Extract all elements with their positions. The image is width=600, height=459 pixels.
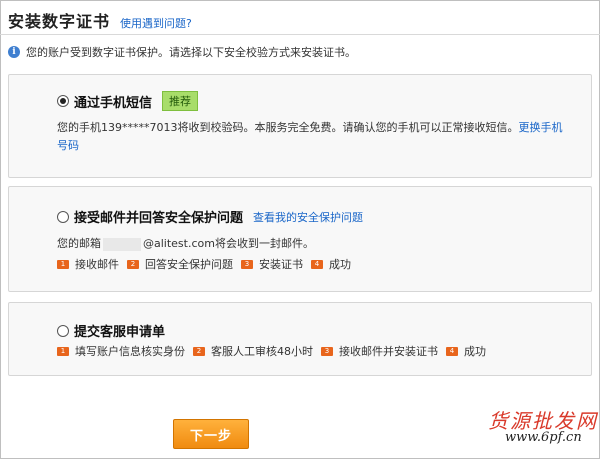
step-label: 接收邮件并安装证书 — [339, 345, 438, 358]
step-number-icon: 3 — [321, 346, 333, 356]
option-sms-row[interactable]: 通过手机短信 推荐 — [57, 91, 199, 111]
step-number-icon: 1 — [57, 259, 69, 269]
email-desc-post: @alitest.com将会收到一封邮件。 — [143, 237, 314, 250]
watermark-url: www.6pf.cn — [505, 430, 582, 445]
step-label: 回答安全保护问题 — [145, 258, 233, 271]
step-item: 2 回答安全保护问题 — [127, 256, 233, 272]
sms-desc-text: 您的手机139*****7013将收到校验码。本服务完全免费。请确认您的手机可以… — [57, 121, 519, 134]
step-number-icon: 2 — [193, 346, 205, 356]
option-email-title[interactable]: 接受邮件并回答安全保护问题 — [74, 207, 243, 226]
info-icon: i — [8, 46, 20, 58]
step-number-icon: 3 — [241, 259, 253, 269]
step-label: 填写账户信息核实身份 — [75, 345, 185, 358]
step-label: 安装证书 — [259, 258, 303, 271]
option-card-support: 提交客服申请单 1 填写账户信息核实身份 2 客服人工审核48小时 3 接收邮件并安装… — [8, 302, 592, 376]
step-number-icon: 4 — [311, 259, 323, 269]
support-steps: 1 填写账户信息核实身份 2 客服人工审核48小时 3 接收邮件并安装证书 4 成功 — [57, 343, 494, 359]
step-label: 成功 — [464, 345, 486, 358]
step-item: 1 填写账户信息核实身份 — [57, 343, 185, 359]
email-mask — [103, 237, 141, 251]
option-card-sms: 通过手机短信 推荐 您的手机139*****7013将收到校验码。本服务完全免费… — [8, 74, 592, 178]
email-steps: 1 接收邮件 2 回答安全保护问题 3 安装证书 4 成功 — [57, 256, 359, 272]
radio-support[interactable] — [57, 324, 69, 337]
next-button[interactable]: 下一步 — [173, 419, 249, 449]
option-email-row[interactable]: 接受邮件并回答安全保护问题 查看我的安全保护问题 — [57, 207, 363, 226]
step-label: 客服人工审核48小时 — [211, 345, 313, 358]
step-item: 3 接收邮件并安装证书 — [321, 343, 438, 359]
step-number-icon: 4 — [446, 346, 458, 356]
recommended-badge: 推荐 — [162, 91, 199, 111]
option-support-title[interactable]: 提交客服申请单 — [74, 321, 165, 340]
step-number-icon: 1 — [57, 346, 69, 356]
step-number-icon: 2 — [127, 259, 139, 269]
change-phone-link-cont[interactable]: 号码 — [57, 139, 79, 152]
radio-email[interactable] — [57, 210, 69, 223]
option-sms-desc: 您的手机139*****7013将收到校验码。本服务完全免费。请确认您的手机可以… — [57, 119, 577, 155]
option-email-desc: 您的邮箱 @alitest.com将会收到一封邮件。 — [57, 235, 314, 253]
step-item: 4 成功 — [311, 256, 351, 272]
help-link[interactable]: 使用遇到问题? — [120, 15, 192, 31]
radio-selected-dot — [60, 98, 66, 104]
option-sms-title[interactable]: 通过手机短信 — [74, 92, 152, 111]
page-title: 安装数字证书 — [8, 12, 111, 31]
header-divider — [0, 34, 600, 35]
radio-sms[interactable] — [57, 95, 69, 107]
step-label: 成功 — [329, 258, 351, 271]
step-item: 4 成功 — [446, 343, 486, 359]
step-item: 1 接收邮件 — [57, 256, 119, 272]
step-label: 接收邮件 — [75, 258, 119, 271]
change-phone-link[interactable]: 更换手机 — [519, 121, 563, 134]
step-item: 3 安装证书 — [241, 256, 303, 272]
step-item: 2 客服人工审核48小时 — [193, 343, 313, 359]
notice: i 您的账户受到数字证书保护。请选择以下安全校验方式来安装证书。 — [8, 44, 356, 60]
option-support-row[interactable]: 提交客服申请单 — [57, 321, 165, 340]
notice-text: 您的账户受到数字证书保护。请选择以下安全校验方式来安装证书。 — [26, 46, 356, 59]
option-card-email: 接受邮件并回答安全保护问题 查看我的安全保护问题 您的邮箱 @alitest.co… — [8, 186, 592, 292]
email-desc-pre: 您的邮箱 — [57, 237, 101, 250]
header: 安装数字证书 使用遇到问题? — [8, 8, 192, 32]
view-security-questions-link[interactable]: 查看我的安全保护问题 — [253, 209, 363, 225]
